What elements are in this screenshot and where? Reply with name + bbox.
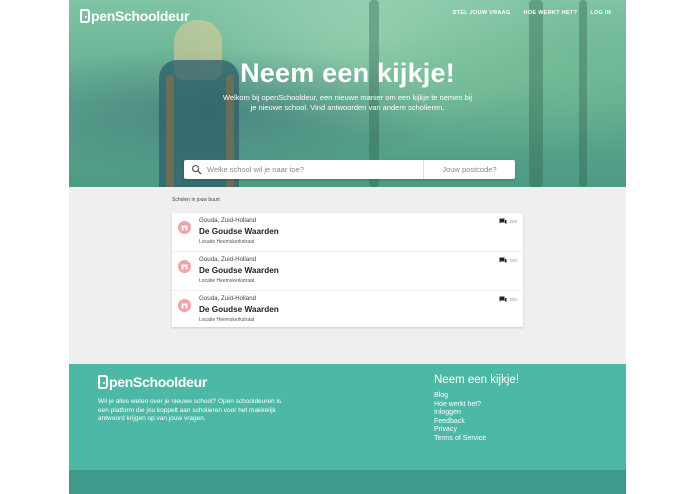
chat-icon [499,218,507,224]
school-list-item[interactable]: Gouda, Zuid-Holland De Goudse Waarden Lo… [172,291,523,329]
school-name[interactable]: De Goudse Waarden [199,227,279,236]
nav-ask-question[interactable]: STEL JOUW VRAAG [453,10,511,16]
school-icon [178,260,191,273]
footer-link-feedback[interactable]: Feedback [434,418,486,427]
school-icon [178,221,191,234]
school-list-item[interactable]: Gouda, Zuid-Holland De Goudse Waarden Lo… [172,213,523,252]
nav-login[interactable]: LOG IN [590,10,611,16]
nav-how-it-works[interactable]: HOE WERKT HET? [524,10,578,16]
school-name[interactable]: De Goudse Waarden [199,305,279,314]
footer-bottom-bar [69,470,626,494]
footer-links: Blog Hoe werkt het? Inloggen Feedback Pr… [434,392,486,444]
hero-banner: penSchooldeur STEL JOUW VRAAG HOE WERKT … [69,0,626,187]
comment-count: 200 [499,296,517,303]
brand-name: penSchooldeur [109,374,207,390]
chat-icon [499,296,507,302]
footer-link-privacy[interactable]: Privacy [434,426,486,435]
page: penSchooldeur STEL JOUW VRAAG HOE WERKT … [69,0,626,494]
school-street: Locatie Heemskerkstraat [199,239,255,245]
school-search-input[interactable] [207,165,407,174]
section-label: Scholen in jouw buurt [172,197,220,203]
chat-icon [499,257,507,263]
search-bar [184,160,515,179]
footer-logo[interactable]: penSchooldeur [98,374,207,390]
brand-name: penSchooldeur [91,8,189,24]
footer: penSchooldeur Wil je alles weten over je… [69,364,626,470]
door-logo-icon [80,9,90,23]
school-location: Gouda, Zuid-Holland [199,295,257,302]
school-name[interactable]: De Goudse Waarden [199,266,279,275]
footer-link-blog[interactable]: Blog [434,392,486,401]
footer-link-terms[interactable]: Terms of Service [434,435,486,444]
footer-link-login[interactable]: Inloggen [434,409,486,418]
hero-title: Neem een kijkje! [240,58,455,88]
top-nav: STEL JOUW VRAAG HOE WERKT HET? LOG IN [453,10,611,16]
door-logo-icon [98,375,108,389]
footer-link-how-it-works[interactable]: Hoe werkt het? [434,401,486,410]
hero-subtitle: Welkom bij openSchooldeur, een nieuwe ma… [222,93,473,112]
school-street: Locatie Heemskerkstraat [199,278,255,284]
header-logo[interactable]: penSchooldeur [80,8,189,24]
hero-tree [579,0,587,187]
postcode-field [424,160,515,179]
search-icon [191,164,202,175]
school-icon [178,299,191,312]
postcode-input[interactable] [434,165,505,174]
school-list: Gouda, Zuid-Holland De Goudse Waarden Lo… [172,213,523,327]
school-location: Gouda, Zuid-Holland [199,217,257,224]
school-search-field [184,160,424,179]
footer-title: Neem een kijkje! [434,374,520,386]
footer-description: Wil je alles weten over je nieuwe school… [98,398,282,422]
hero-tree [529,0,543,187]
school-street: Locatie Heemskerkstraat [199,317,255,323]
comment-count: 200 [499,257,517,264]
school-location: Gouda, Zuid-Holland [199,256,257,263]
school-list-item[interactable]: Gouda, Zuid-Holland De Goudse Waarden Lo… [172,252,523,291]
comment-count: 200 [499,218,517,225]
